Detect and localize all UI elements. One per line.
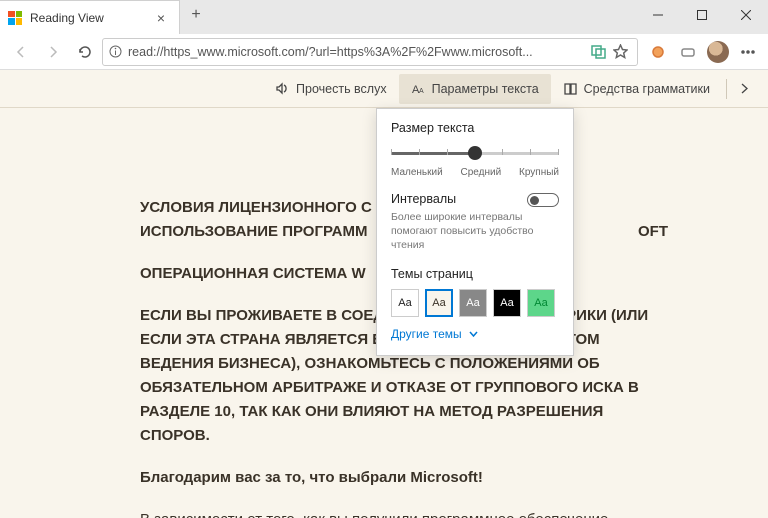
close-window-button[interactable] xyxy=(724,0,768,30)
spacing-toggle[interactable] xyxy=(527,193,559,207)
new-tab-button[interactable]: + xyxy=(180,0,212,30)
theme-gray[interactable]: Aa xyxy=(459,289,487,317)
theme-sepia[interactable]: Aa xyxy=(425,289,453,317)
article-p1a: УСЛОВИЯ ЛИЦЕНЗИОННОГО С xyxy=(140,199,372,216)
grammar-tools-button[interactable]: Средства грамматики xyxy=(551,74,722,104)
separator xyxy=(726,79,727,99)
size-large-label: Крупный xyxy=(519,167,559,178)
tab-title: Reading View xyxy=(30,11,153,25)
more-themes-link[interactable]: Другие темы xyxy=(391,327,559,341)
profile-avatar[interactable] xyxy=(704,37,732,67)
slider-labels: Маленький Средний Крупный xyxy=(391,167,559,178)
minimize-button[interactable] xyxy=(636,0,680,30)
back-button[interactable] xyxy=(6,37,36,67)
window-controls xyxy=(636,0,768,30)
favorite-icon[interactable] xyxy=(609,38,631,66)
refresh-button[interactable] xyxy=(70,37,100,67)
address-bar: read://https_www.microsoft.com/?url=http… xyxy=(0,34,768,70)
svg-text:A: A xyxy=(419,88,424,95)
text-size-title: Размер текста xyxy=(391,121,559,135)
text-params-label: Параметры текста xyxy=(432,82,539,96)
forward-button[interactable] xyxy=(38,37,68,67)
read-aloud-label: Прочесть вслух xyxy=(296,82,387,96)
menu-button[interactable] xyxy=(734,37,762,67)
info-icon xyxy=(109,45,122,58)
size-medium-label: Средний xyxy=(461,167,502,178)
maximize-button[interactable] xyxy=(680,0,724,30)
size-small-label: Маленький xyxy=(391,167,443,178)
book-icon xyxy=(563,81,578,96)
titlebar: Reading View × + xyxy=(0,0,768,34)
article-p5: В зависимости от того, как вы получили п… xyxy=(140,508,668,518)
chevron-right-icon xyxy=(737,81,752,96)
theme-green[interactable]: Aa xyxy=(527,289,555,317)
reader-more-button[interactable] xyxy=(731,74,758,104)
browser-tab[interactable]: Reading View × xyxy=(0,0,180,34)
read-aloud-button[interactable]: Прочесть вслух xyxy=(263,74,399,104)
microsoft-icon xyxy=(8,11,22,25)
text-size-slider[interactable] xyxy=(391,143,559,165)
close-tab-icon[interactable]: × xyxy=(153,10,169,26)
text-params-popup: Размер текста Маленький Средний Крупный … xyxy=(376,108,574,356)
slider-thumb[interactable] xyxy=(468,146,482,160)
extension-icon[interactable] xyxy=(644,37,672,67)
theme-swatches: Aa Aa Aa Aa Aa xyxy=(391,289,559,317)
article-p1c: OFT xyxy=(638,220,668,244)
text-icon: AA xyxy=(411,81,426,96)
spacing-desc: Более широкие интервалы помогают повысит… xyxy=(391,210,559,253)
spacing-title: Интервалы xyxy=(391,192,456,206)
grammar-label: Средства грамматики xyxy=(584,82,710,96)
reader-toolbar: Прочесть вслух AA Параметры текста Средс… xyxy=(0,70,768,108)
url-field[interactable]: read://https_www.microsoft.com/?url=http… xyxy=(102,38,638,66)
text-params-button[interactable]: AA Параметры текста xyxy=(399,74,551,104)
themes-title: Темы страниц xyxy=(391,267,559,281)
extension-icon-2[interactable] xyxy=(674,37,702,67)
article-p4: Благодарим вас за то, что выбрали Micros… xyxy=(140,466,668,490)
url-text: read://https_www.microsoft.com/?url=http… xyxy=(128,45,587,59)
translate-icon[interactable] xyxy=(587,38,609,66)
article-p1b: ИСПОЛЬЗОВАНИЕ ПРОГРАММ xyxy=(140,223,367,240)
more-themes-label: Другие темы xyxy=(391,327,462,341)
chevron-down-icon xyxy=(468,328,479,339)
speaker-icon xyxy=(275,81,290,96)
theme-black[interactable]: Aa xyxy=(493,289,521,317)
theme-white[interactable]: Aa xyxy=(391,289,419,317)
